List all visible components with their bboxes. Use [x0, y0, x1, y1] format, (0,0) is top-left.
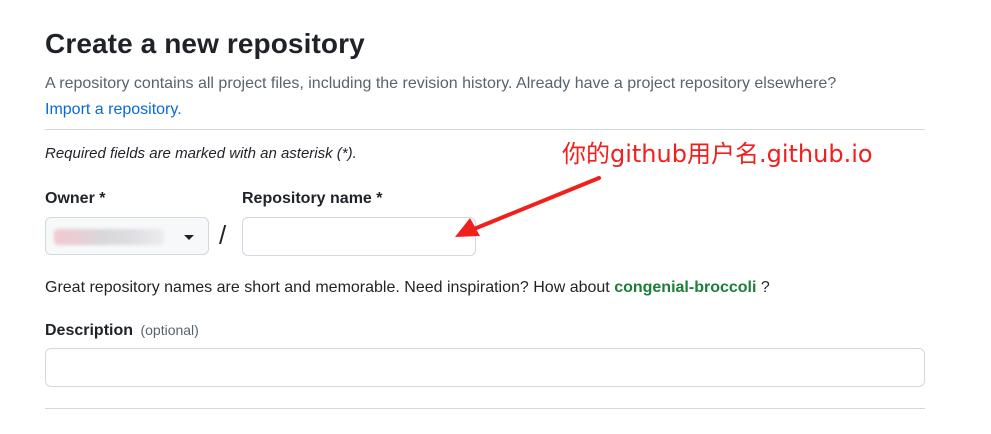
arrow-icon	[455, 176, 601, 237]
